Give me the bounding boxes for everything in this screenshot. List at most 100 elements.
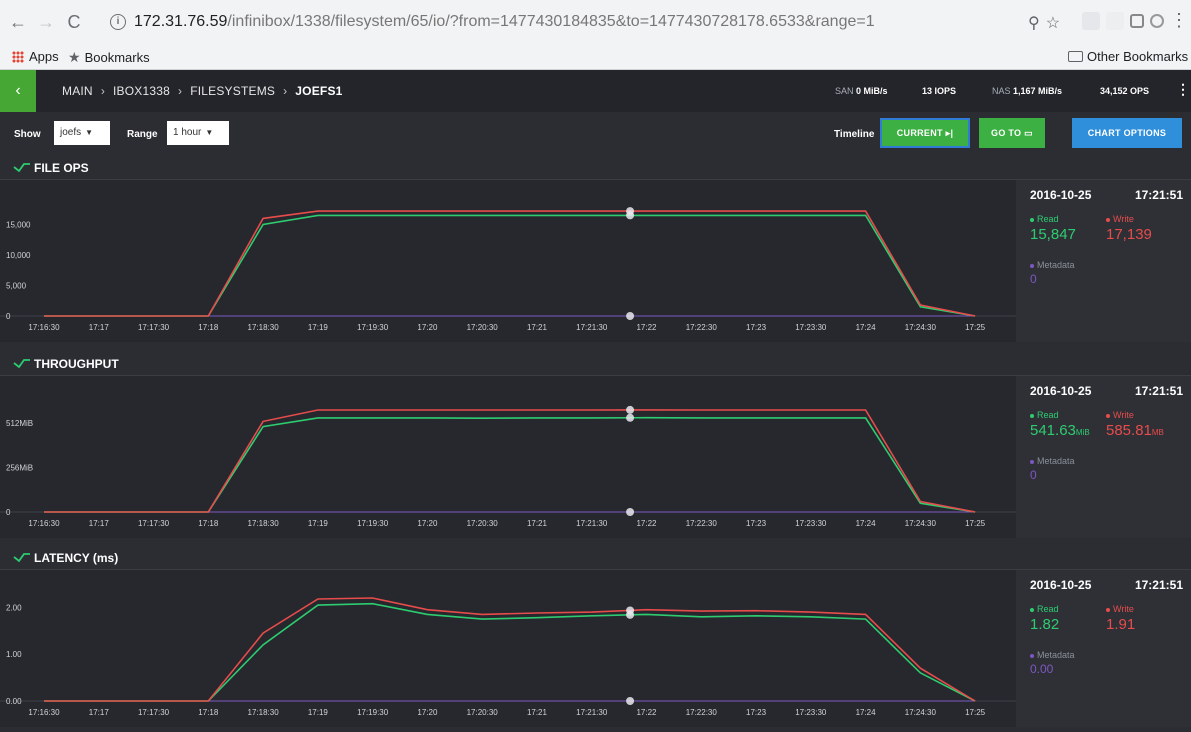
x-tick-label: 17:17:30 bbox=[138, 323, 170, 332]
x-tick-label: 17:24 bbox=[856, 708, 877, 717]
profile-icon[interactable] bbox=[1150, 14, 1164, 28]
goto-button[interactable]: GO TO ▭ bbox=[979, 118, 1045, 148]
y-tick-label: 256MiB bbox=[6, 463, 33, 472]
browser-chrome: ← → C i 172.31.76.59/infinibox/1338/file… bbox=[0, 0, 1191, 70]
san-iops-value: 13 IOPS bbox=[922, 86, 957, 96]
x-tick-label: 17:21:30 bbox=[576, 519, 608, 528]
file-ops-title: FILE OPS bbox=[34, 161, 89, 175]
write-value-number: 1.91 bbox=[1106, 616, 1136, 633]
write-series-line bbox=[44, 409, 976, 513]
caret-down-icon: ▼ bbox=[85, 128, 94, 137]
reload-icon[interactable]: C bbox=[64, 12, 84, 32]
show-select[interactable]: joefs ▼ bbox=[54, 121, 110, 145]
read-value-number: 1.82 bbox=[1030, 616, 1060, 633]
write-label-text: Write bbox=[1113, 214, 1134, 224]
y-tick-label: 512MiB bbox=[6, 419, 33, 428]
x-tick-label: 17:22 bbox=[636, 519, 657, 528]
range-select[interactable]: 1 hour ▼ bbox=[167, 121, 229, 145]
y-tick-label: 2.00 bbox=[6, 603, 22, 612]
x-tick-label: 17:18:30 bbox=[248, 708, 280, 717]
x-tick-label: 17:22:30 bbox=[686, 323, 718, 332]
read-label: Read bbox=[1030, 214, 1059, 224]
x-tick-label: 17:23 bbox=[746, 519, 767, 528]
breadcrumb-filesystems[interactable]: FILESYSTEMS bbox=[190, 84, 275, 98]
back-button[interactable]: ‹ bbox=[0, 70, 36, 112]
metadata-legend-dot bbox=[1030, 653, 1034, 658]
cursor-marker[interactable] bbox=[626, 697, 635, 705]
cursor-marker[interactable] bbox=[626, 312, 635, 320]
x-tick-label: 17:22:30 bbox=[686, 708, 718, 717]
address-bar[interactable]: i 172.31.76.59/infinibox/1338/filesystem… bbox=[106, 8, 1146, 38]
san-stat: SAN 0 MiB/s bbox=[835, 86, 888, 96]
bookmark-star-icon[interactable]: ☆ bbox=[1046, 15, 1066, 32]
more-menu-icon[interactable]: ⋮ bbox=[1176, 81, 1190, 98]
read-series-line bbox=[44, 214, 976, 317]
url-text[interactable]: 172.31.76.59/infinibox/1338/filesystem/6… bbox=[134, 13, 875, 31]
cursor-marker[interactable] bbox=[626, 606, 635, 615]
bookmark-apps[interactable]: Apps bbox=[12, 49, 59, 64]
breadcrumb-main[interactable]: MAIN bbox=[62, 84, 93, 98]
write-value: 585.81MB bbox=[1106, 422, 1164, 439]
metadata-label-text: Metadata bbox=[1037, 650, 1075, 660]
metadata-label-text: Metadata bbox=[1037, 260, 1075, 270]
cursor-marker[interactable] bbox=[626, 508, 635, 516]
latency-readout-panel: 2016-10-25 17:21:51 Read Write 1.82 1.91 Metad… bbox=[1016, 570, 1191, 727]
toolbar: Show joefs ▼ Range 1 hour ▼ Timeline CURRE… bbox=[0, 112, 1191, 156]
chart-options-label: CHART OPTIONS bbox=[1087, 128, 1167, 138]
x-tick-label: 17:16:30 bbox=[28, 323, 60, 332]
cursor-marker[interactable] bbox=[626, 405, 635, 414]
x-tick-label: 17:25 bbox=[965, 323, 986, 332]
x-tick-label: 17:24 bbox=[856, 519, 877, 528]
metadata-value: 0 bbox=[1030, 272, 1037, 286]
cursor-marker[interactable] bbox=[626, 207, 635, 216]
throughput-chart[interactable]: 0 256MiB 512MiB 17:16:30 17:17 17:17:30 17:18 1… bbox=[0, 376, 1016, 538]
nas-stat: NAS 1,167 MiB/s bbox=[992, 86, 1062, 96]
info-icon[interactable]: i bbox=[110, 14, 126, 30]
current-button[interactable]: CURRENT ▸| bbox=[880, 118, 970, 148]
browser-menu-icon[interactable]: ⋮ bbox=[1170, 10, 1188, 31]
latency-readout-time: 17:21:51 bbox=[1134, 578, 1183, 592]
chevron-right-icon: › bbox=[178, 84, 183, 98]
zoom-star-icons[interactable]: ⚲☆ bbox=[1028, 13, 1066, 33]
cast-icon[interactable] bbox=[1130, 14, 1144, 28]
zoom-icon[interactable]: ⚲ bbox=[1028, 15, 1046, 32]
x-tick-label: 17:21 bbox=[527, 519, 548, 528]
extension-icon[interactable] bbox=[1106, 12, 1124, 30]
x-tick-label: 17:18:30 bbox=[248, 323, 280, 332]
read-value: 1.82 bbox=[1030, 616, 1059, 633]
read-label-text: Read bbox=[1037, 604, 1059, 614]
latency-chart[interactable]: 0.00 1.00 2.00 17:16:30 17:17 17:17:30 17:18 17… bbox=[0, 570, 1016, 727]
extension-icon[interactable] bbox=[1082, 12, 1100, 30]
write-value-number: 17,139 bbox=[1106, 226, 1152, 243]
file-ops-chart[interactable]: 0 5,000 10,000 15,000 17:16:30 17:17 17:17:30 1… bbox=[0, 180, 1016, 342]
back-arrow-icon[interactable]: ← bbox=[8, 12, 28, 32]
write-label: Write bbox=[1106, 214, 1134, 224]
file-ops-readout-date: 2016-10-25 bbox=[1030, 188, 1092, 202]
throughput-readout-panel: 2016-10-25 17:21:51 Read Write 541.63MiB 585.… bbox=[1016, 376, 1191, 538]
breadcrumb-current: JOEFS1 bbox=[295, 84, 343, 98]
x-tick-label: 17:20:30 bbox=[467, 519, 499, 528]
file-ops-panel-header: FILE OPS bbox=[0, 156, 1191, 180]
throughput-panel-header: THROUGHPUT bbox=[0, 352, 1191, 376]
metadata-value: 0.00 bbox=[1030, 662, 1054, 676]
metadata-label-text: Metadata bbox=[1037, 456, 1075, 466]
bookmark-other[interactable]: Other Bookmarks bbox=[1068, 49, 1188, 64]
forward-arrow-icon[interactable]: → bbox=[36, 12, 56, 32]
bookmark-bookmarks[interactable]: ★ Bookmarks bbox=[68, 49, 150, 66]
y-tick-label: 15,000 bbox=[6, 221, 31, 230]
read-value-number: 15,847 bbox=[1030, 226, 1076, 243]
chart-options-button[interactable]: CHART OPTIONS bbox=[1072, 118, 1182, 148]
read-series-line bbox=[44, 416, 976, 513]
read-value: 15,847 bbox=[1030, 226, 1076, 243]
write-label-text: Write bbox=[1113, 604, 1134, 614]
breadcrumb-ibox[interactable]: IBOX1338 bbox=[113, 84, 170, 98]
y-tick-label: 0 bbox=[6, 508, 11, 517]
file-ops-chart-svg[interactable]: 0 5,000 10,000 15,000 17:16:30 17:17 17:17:30 1… bbox=[0, 180, 1016, 342]
latency-chart-svg[interactable]: 0.00 1.00 2.00 17:16:30 17:17 17:17:30 17:18 17… bbox=[0, 570, 1016, 727]
chevron-left-icon: ‹ bbox=[15, 82, 21, 99]
write-value-number: 585.81 bbox=[1106, 422, 1152, 439]
latency-readout-date: 2016-10-25 bbox=[1030, 578, 1092, 592]
write-legend-dot bbox=[1106, 217, 1110, 222]
cursor-marker[interactable] bbox=[626, 413, 635, 422]
throughput-chart-svg[interactable]: 0 256MiB 512MiB 17:16:30 17:17 17:17:30 17:18 1… bbox=[0, 376, 1016, 538]
